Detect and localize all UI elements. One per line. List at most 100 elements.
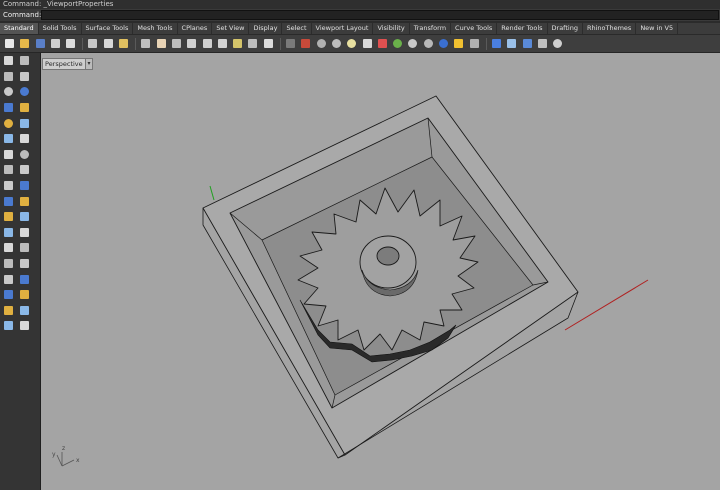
sphere-icon[interactable] [18,148,31,161]
command-input[interactable] [41,10,719,20]
tab-display[interactable]: Display [249,23,283,34]
join-icon[interactable] [18,210,31,223]
select-points-icon[interactable] [330,37,343,50]
tab-mesh-tools[interactable]: Mesh Tools [133,23,178,34]
curve-icon[interactable] [18,70,31,83]
tab-transform[interactable]: Transform [410,23,452,34]
undo-view-icon[interactable] [246,37,259,50]
snap-grid-icon[interactable] [521,37,534,50]
sidebar-tool-row [0,100,40,116]
sphere-render-icon[interactable] [406,37,419,50]
properties-icon[interactable] [468,37,481,50]
polyline-icon[interactable] [2,70,15,83]
pan-hand-icon[interactable] [155,37,168,50]
sun-icon[interactable] [452,37,465,50]
fillet-icon[interactable] [18,179,31,192]
globe-icon[interactable] [437,37,450,50]
cage-icon[interactable] [18,273,31,286]
zoom-extents-icon[interactable] [216,37,229,50]
toolbar-separator [280,37,282,50]
extrude-icon[interactable] [18,163,31,176]
scale-icon[interactable] [2,257,15,270]
rotate-view-icon[interactable] [170,37,183,50]
color-wheel-icon[interactable] [391,37,404,50]
zoom-selected-icon[interactable] [231,37,244,50]
polygon-icon[interactable] [2,101,15,114]
cplane-icon[interactable] [284,37,297,50]
tab-curve-tools[interactable]: Curve Tools [451,23,498,34]
sidebar-tool-row [0,209,40,225]
layer-icon[interactable] [376,37,389,50]
tab-rhinothemes[interactable]: RhinoThemes [583,23,637,34]
grid-icon[interactable] [505,37,518,50]
dimension-icon[interactable] [536,37,549,50]
gear-bore [376,246,400,266]
sphere-material-icon[interactable] [422,37,435,50]
mesh-icon[interactable] [2,273,15,286]
freeform-curve-icon[interactable] [18,117,31,130]
cylinder-icon[interactable] [2,163,15,176]
light-icon[interactable] [18,319,31,332]
cut-icon[interactable] [86,37,99,50]
align-icon[interactable] [18,288,31,301]
car-shade-icon[interactable] [299,37,312,50]
box-icon[interactable] [2,148,15,161]
render-icon[interactable] [2,319,15,332]
rectangle-icon[interactable] [18,101,31,114]
lock-icon[interactable] [361,37,374,50]
tab-viewport-layout[interactable]: Viewport Layout [312,23,374,34]
new-file-icon[interactable] [3,37,16,50]
trim-icon[interactable] [18,195,31,208]
command-label: Command: [3,11,42,19]
tab-new-in-v5[interactable]: New in V5 [636,23,679,34]
tab-select[interactable]: Select [282,23,312,34]
explode-icon[interactable] [2,210,15,223]
offset-icon[interactable] [2,226,15,239]
tab-visibility[interactable]: Visibility [373,23,410,34]
loft-icon[interactable] [18,132,31,145]
surface-icon[interactable] [2,132,15,145]
point-icon[interactable] [315,37,328,50]
split-icon[interactable] [2,195,15,208]
print-icon[interactable] [49,37,62,50]
tab-drafting[interactable]: Drafting [548,23,583,34]
four-viewports-icon[interactable] [262,37,275,50]
select-arrow-icon[interactable] [2,54,15,67]
arc-icon[interactable] [18,85,31,98]
tab-solid-tools[interactable]: Solid Tools [39,23,82,34]
open-folder-icon[interactable] [18,37,31,50]
text-icon[interactable] [2,241,15,254]
point-icon[interactable] [18,54,31,67]
tab-render-tools[interactable]: Render Tools [497,23,548,34]
move-icon[interactable] [18,226,31,239]
boolean-union-icon[interactable] [2,179,15,192]
lightbulb-icon[interactable] [345,37,358,50]
array-icon[interactable] [2,288,15,301]
viewport-title-tab[interactable]: Perspective [42,58,88,70]
save-icon[interactable] [34,37,47,50]
model-scene[interactable]: x y z [41,53,720,490]
dimension-icon[interactable] [18,241,31,254]
target-icon[interactable] [551,37,564,50]
axis-y-label: y [52,451,56,458]
mirror-icon[interactable] [18,257,31,270]
axis-indicator [56,452,75,467]
check-icon[interactable] [18,304,31,317]
help-icon[interactable] [490,37,503,50]
copy-icon[interactable] [102,37,115,50]
undo-icon[interactable] [139,37,152,50]
zoom-icon[interactable] [185,37,198,50]
zoom-window-icon[interactable] [201,37,214,50]
axis-x-label: x [76,457,80,464]
circle-icon[interactable] [2,85,15,98]
tab-standard[interactable]: Standard [0,23,39,34]
ellipse-icon[interactable] [2,117,15,130]
paste-icon[interactable] [117,37,130,50]
tab-cplanes[interactable]: CPlanes [178,23,213,34]
analyze-icon[interactable] [2,304,15,317]
tab-set-view[interactable]: Set View [212,23,250,34]
viewport-menu-chevron-down-icon[interactable]: ▾ [85,58,93,70]
sidebar-tool-row [0,240,40,256]
tab-surface-tools[interactable]: Surface Tools [82,23,134,34]
import-icon[interactable] [64,37,77,50]
